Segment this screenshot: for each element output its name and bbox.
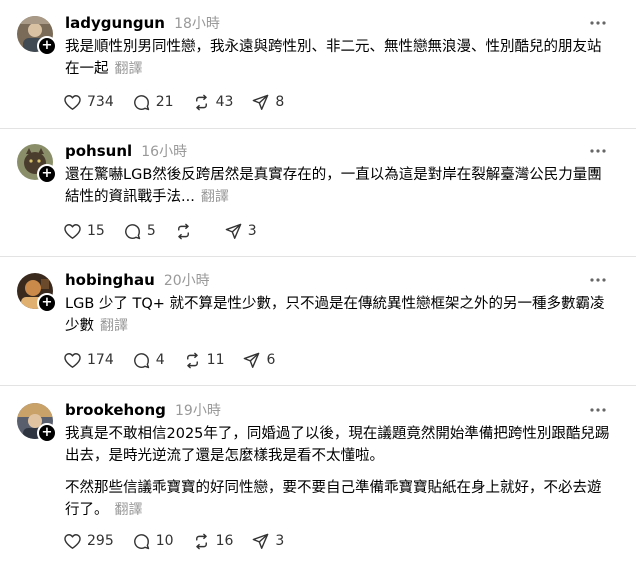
- repost-button[interactable]: 16: [192, 532, 234, 551]
- translate-link[interactable]: 翻譯: [115, 61, 143, 77]
- post: + hobinghau 20小時 LGB 少了 TQ+ 就不算是性少數，只不過是…: [0, 256, 636, 385]
- repost-count: 16: [215, 533, 234, 549]
- username[interactable]: pohsunl: [65, 142, 132, 160]
- comment-icon: [133, 94, 149, 110]
- comment-button[interactable]: 10: [132, 532, 174, 551]
- post-header: pohsunl 16小時: [65, 141, 187, 161]
- repost-icon: [195, 533, 207, 549]
- follow-plus-icon[interactable]: +: [37, 293, 57, 313]
- share-button[interactable]: 6: [242, 351, 275, 370]
- timestamp[interactable]: 16小時: [141, 144, 187, 160]
- repost-icon: [177, 223, 189, 239]
- share-icon: [244, 352, 260, 368]
- timestamp[interactable]: 19小時: [175, 403, 221, 419]
- repost-count: 11: [206, 352, 225, 368]
- repost-button[interactable]: 43: [192, 93, 234, 112]
- comment-count: 4: [155, 352, 165, 368]
- thread-feed: + ladygungun 18小時 我是順性別男同性戀，我永遠與跨性別、非二元、…: [0, 0, 636, 565]
- timestamp[interactable]: 18小時: [174, 16, 220, 32]
- comment-count: 10: [155, 533, 174, 549]
- like-button[interactable]: 295: [63, 532, 114, 551]
- share-button[interactable]: 8: [251, 93, 284, 112]
- more-icon[interactable]: [588, 141, 608, 161]
- avatar[interactable]: +: [17, 144, 57, 184]
- comment-count: 21: [155, 94, 174, 110]
- repost-button[interactable]: 11: [183, 351, 225, 370]
- post-body: 還在驚嚇LGB然後反跨居然是真實存在的，一直以為這是對岸在裂解臺灣公民力量團結性…: [65, 164, 610, 218]
- post: + brookehong 19小時 我真是不敢相信2025年了，同婚過了以後，現…: [0, 385, 636, 565]
- comment-icon: [124, 223, 141, 239]
- post-text: 我是順性別男同性戀，我永遠與跨性別、非二元、無性戀無浪漫、性別酷兒的朋友站在一起: [65, 39, 602, 77]
- translate-link[interactable]: 翻譯: [100, 318, 128, 334]
- like-button[interactable]: 174: [63, 351, 114, 370]
- username[interactable]: hobinghau: [65, 271, 155, 289]
- more-icon[interactable]: [588, 13, 608, 33]
- share-count: 6: [266, 352, 276, 368]
- repost-icon: [186, 352, 198, 368]
- share-icon: [253, 533, 269, 549]
- post-text: 不然那些信議乖寶寶的好同性戀，要不要自己準備乖寶寶貼紙在身上就好，不必去遊行了。: [65, 480, 602, 518]
- heart-icon: [64, 223, 81, 239]
- repost-count: 43: [215, 94, 234, 110]
- like-button[interactable]: 734: [63, 93, 114, 112]
- heart-icon: [64, 533, 81, 549]
- post-text: LGB 少了 TQ+ 就不算是性少數，只不過是在傳統異性戀框架之外的另一種多數霸…: [65, 296, 605, 334]
- like-count: 174: [87, 352, 114, 368]
- post-header: ladygungun 18小時: [65, 13, 220, 33]
- post-text: 還在驚嚇LGB然後反跨居然是真實存在的，一直以為這是對岸在裂解臺灣公民力量團結性…: [65, 167, 602, 205]
- comment-button[interactable]: 4: [132, 351, 165, 370]
- username[interactable]: brookehong: [65, 401, 166, 419]
- repost-icon: [195, 94, 207, 110]
- avatar[interactable]: +: [17, 273, 57, 313]
- avatar[interactable]: +: [17, 403, 57, 443]
- comment-count: 5: [146, 223, 156, 239]
- post: + pohsunl 16小時 還在驚嚇LGB然後反跨居然是真實存在的，一直以為這…: [0, 128, 636, 256]
- like-count: 15: [87, 223, 105, 239]
- heart-icon: [64, 94, 81, 110]
- share-button[interactable]: 3: [224, 222, 257, 241]
- action-bar: 174 4 11 6: [63, 348, 293, 372]
- comment-button[interactable]: 21: [132, 93, 174, 112]
- like-button[interactable]: 15: [63, 222, 105, 241]
- post-body: 我真是不敢相信2025年了，同婚過了以後，現在議題竟然開始準備把跨性別跟酷兒踢出…: [65, 423, 610, 531]
- post-header: brookehong 19小時: [65, 400, 221, 420]
- like-count: 295: [87, 533, 114, 549]
- follow-plus-icon[interactable]: +: [37, 423, 57, 443]
- post-header: hobinghau 20小時: [65, 270, 210, 290]
- follow-plus-icon[interactable]: +: [37, 36, 57, 56]
- comment-button[interactable]: 5: [123, 222, 156, 241]
- action-bar: 15 5 3: [63, 219, 275, 243]
- post-text: 我真是不敢相信2025年了，同婚過了以後，現在議題竟然開始準備把跨性別跟酷兒踢出…: [65, 426, 610, 464]
- avatar[interactable]: +: [17, 16, 57, 56]
- translate-link[interactable]: 翻譯: [115, 502, 143, 518]
- translate-link[interactable]: 翻譯: [201, 189, 229, 205]
- action-bar: 734 21 43 8: [63, 90, 302, 114]
- post-body: LGB 少了 TQ+ 就不算是性少數，只不過是在傳統異性戀框架之外的另一種多數霸…: [65, 293, 610, 347]
- share-count: 3: [275, 533, 285, 549]
- follow-plus-icon[interactable]: +: [37, 164, 57, 184]
- more-icon[interactable]: [588, 400, 608, 420]
- post-body: 我是順性別男同性戀，我永遠與跨性別、非二元、無性戀無浪漫、性別酷兒的朋友站在一起…: [65, 36, 610, 90]
- username[interactable]: ladygungun: [65, 14, 165, 32]
- action-bar: 295 10 16 3: [63, 529, 302, 553]
- share-button[interactable]: 3: [251, 532, 284, 551]
- comment-icon: [133, 533, 149, 549]
- share-count: 3: [247, 223, 257, 239]
- timestamp[interactable]: 20小時: [164, 273, 210, 289]
- share-icon: [225, 223, 242, 239]
- repost-button[interactable]: [174, 222, 206, 241]
- comment-icon: [133, 352, 149, 368]
- more-icon[interactable]: [588, 270, 608, 290]
- like-count: 734: [87, 94, 114, 110]
- share-icon: [253, 94, 269, 110]
- post: + ladygungun 18小時 我是順性別男同性戀，我永遠與跨性別、非二元、…: [0, 0, 636, 128]
- heart-icon: [64, 352, 81, 368]
- share-count: 8: [275, 94, 285, 110]
